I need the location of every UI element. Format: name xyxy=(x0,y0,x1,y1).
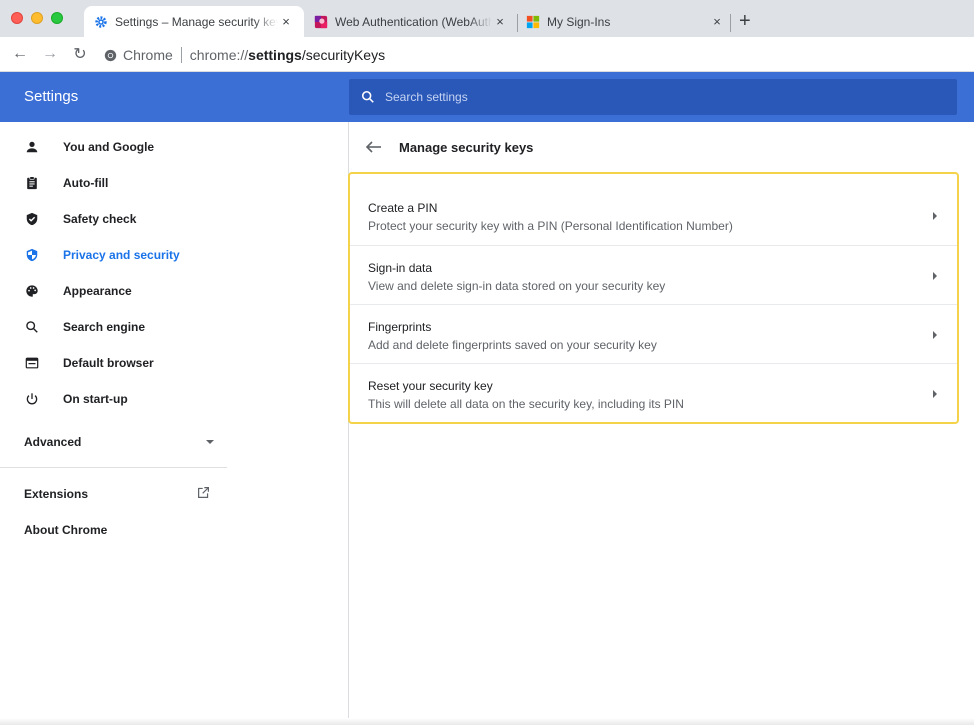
site-chip-label: Chrome xyxy=(123,47,173,63)
sidebar-item-default-browser[interactable]: Default browser xyxy=(0,345,240,381)
tab-title: My Sign-Ins xyxy=(547,14,611,29)
tab-close-button[interactable]: × xyxy=(278,14,294,29)
search-box[interactable] xyxy=(349,79,957,115)
row-description: This will delete all data on the securit… xyxy=(368,397,684,411)
tab-strip: Settings – Manage security keys × Web Au… xyxy=(0,0,974,37)
tab-close-button[interactable]: × xyxy=(492,14,508,29)
maximize-window-button[interactable] xyxy=(51,12,63,24)
browser-window-icon xyxy=(24,355,40,371)
row-description: Add and delete fingerprints saved on you… xyxy=(368,338,657,352)
row-description: View and delete sign-in data stored on y… xyxy=(368,279,666,293)
main-content: Manage security keys Create a PIN Protec… xyxy=(348,122,974,725)
open-in-new-icon xyxy=(197,486,210,502)
page-title: Settings xyxy=(24,88,79,105)
back-arrow-icon[interactable] xyxy=(365,139,383,155)
security-keys-card: Create a PIN Protect your security key w… xyxy=(348,172,959,424)
chrome-logo-icon xyxy=(104,49,117,61)
browser-toolbar: ← → ↻ Chrome chrome://settings/securityK… xyxy=(0,37,974,72)
gear-icon xyxy=(95,15,107,28)
sign-in-data-row[interactable]: Sign-in data View and delete sign-in dat… xyxy=(350,245,957,304)
sidebar-divider xyxy=(0,467,227,468)
chip-separator xyxy=(180,47,182,63)
microsoft-logo-icon xyxy=(526,15,540,28)
sidebar-item-you-and-google[interactable]: You and Google xyxy=(0,129,240,165)
row-description: Protect your security key with a PIN (Pe… xyxy=(368,219,733,233)
sidebar-item-label: Appearance xyxy=(63,284,132,298)
sidebar-item-auto-fill[interactable]: Auto-fill xyxy=(0,165,240,201)
sidebar-item-label: On start-up xyxy=(63,392,128,406)
subpage-header: Manage security keys xyxy=(349,122,974,172)
sidebar-item-safety-check[interactable]: Safety check xyxy=(0,201,240,237)
sidebar-item-label: Safety check xyxy=(63,212,137,226)
sidebar-item-search-engine[interactable]: Search engine xyxy=(0,309,240,345)
sidebar-item-label: Auto-fill xyxy=(63,176,109,190)
sidebar-item-label: Privacy and security xyxy=(63,248,180,262)
tab-my-sign-ins[interactable]: My Sign-Ins × xyxy=(518,6,733,37)
sidebar-item-label: Default browser xyxy=(63,356,154,370)
tab-title: Web Authentication (WebAuthn xyxy=(335,14,492,29)
sidebar-advanced-toggle[interactable]: Advanced xyxy=(24,424,214,460)
palette-icon xyxy=(24,283,40,299)
tab-separator xyxy=(730,14,731,32)
minimize-window-button[interactable] xyxy=(31,12,43,24)
address-bar[interactable]: Chrome chrome://settings/securityKeys xyxy=(104,42,385,68)
arrow-right-icon xyxy=(933,272,937,280)
row-title: Create a PIN xyxy=(368,201,438,215)
arrow-right-icon xyxy=(933,212,937,220)
shield-check-icon xyxy=(24,211,40,227)
tab-webauthn[interactable]: Web Authentication (WebAuthn × xyxy=(306,6,516,37)
create-pin-row[interactable]: Create a PIN Protect your security key w… xyxy=(350,186,957,245)
arrow-right-icon xyxy=(933,331,937,339)
sidebar-item-extensions[interactable]: Extensions xyxy=(24,476,214,512)
settings-header: Settings xyxy=(0,72,974,122)
tab-close-button[interactable]: × xyxy=(709,14,725,29)
sidebar-item-label: Search engine xyxy=(63,320,146,334)
sidebar-item-label: Extensions xyxy=(24,487,89,501)
reload-icon[interactable]: ↻ xyxy=(68,44,92,64)
url-host: settings xyxy=(248,47,302,63)
url-text: chrome://settings/securityKeys xyxy=(190,47,385,63)
url-path: /securityKeys xyxy=(301,47,386,63)
sidebar-item-label: You and Google xyxy=(63,140,155,154)
tab-title: Settings – Manage security keys xyxy=(115,14,278,29)
person-icon xyxy=(24,139,40,155)
sidebar-item-privacy-and-security[interactable]: Privacy and security xyxy=(0,237,240,273)
close-window-button[interactable] xyxy=(11,12,23,24)
search-input[interactable] xyxy=(385,90,945,104)
sidebar-advanced-label: Advanced xyxy=(24,435,82,449)
fingerprints-row[interactable]: Fingerprints Add and delete fingerprints… xyxy=(350,304,957,363)
sidebar-item-label: About Chrome xyxy=(24,523,108,537)
search-icon xyxy=(361,90,374,103)
caret-down-icon xyxy=(206,440,214,444)
window-bottom-edge xyxy=(0,718,974,725)
sidebar-item-appearance[interactable]: Appearance xyxy=(0,273,240,309)
webauthn-site-icon xyxy=(314,15,328,28)
arrow-right-icon xyxy=(933,390,937,398)
power-icon xyxy=(24,391,40,407)
new-tab-button[interactable]: + xyxy=(739,11,751,31)
row-title: Fingerprints xyxy=(368,320,432,334)
subpage-title: Manage security keys xyxy=(399,140,534,155)
sidebar: You and Google Auto-fill Safety check Pr… xyxy=(0,122,348,725)
sidebar-item-on-start-up[interactable]: On start-up xyxy=(0,381,240,417)
tab-settings[interactable]: Settings – Manage security keys × xyxy=(84,6,304,37)
forward-arrow-icon[interactable]: → xyxy=(38,45,62,63)
search-icon xyxy=(24,319,40,335)
sidebar-item-about-chrome[interactable]: About Chrome xyxy=(24,512,107,548)
clipboard-icon xyxy=(24,175,40,191)
back-arrow-icon[interactable]: ← xyxy=(8,45,32,63)
row-title: Sign-in data xyxy=(368,261,433,275)
url-scheme: chrome:// xyxy=(189,47,249,63)
shield-half-icon xyxy=(24,247,40,263)
row-title: Reset your security key xyxy=(368,379,493,393)
reset-security-key-row[interactable]: Reset your security key This will delete… xyxy=(350,363,957,422)
